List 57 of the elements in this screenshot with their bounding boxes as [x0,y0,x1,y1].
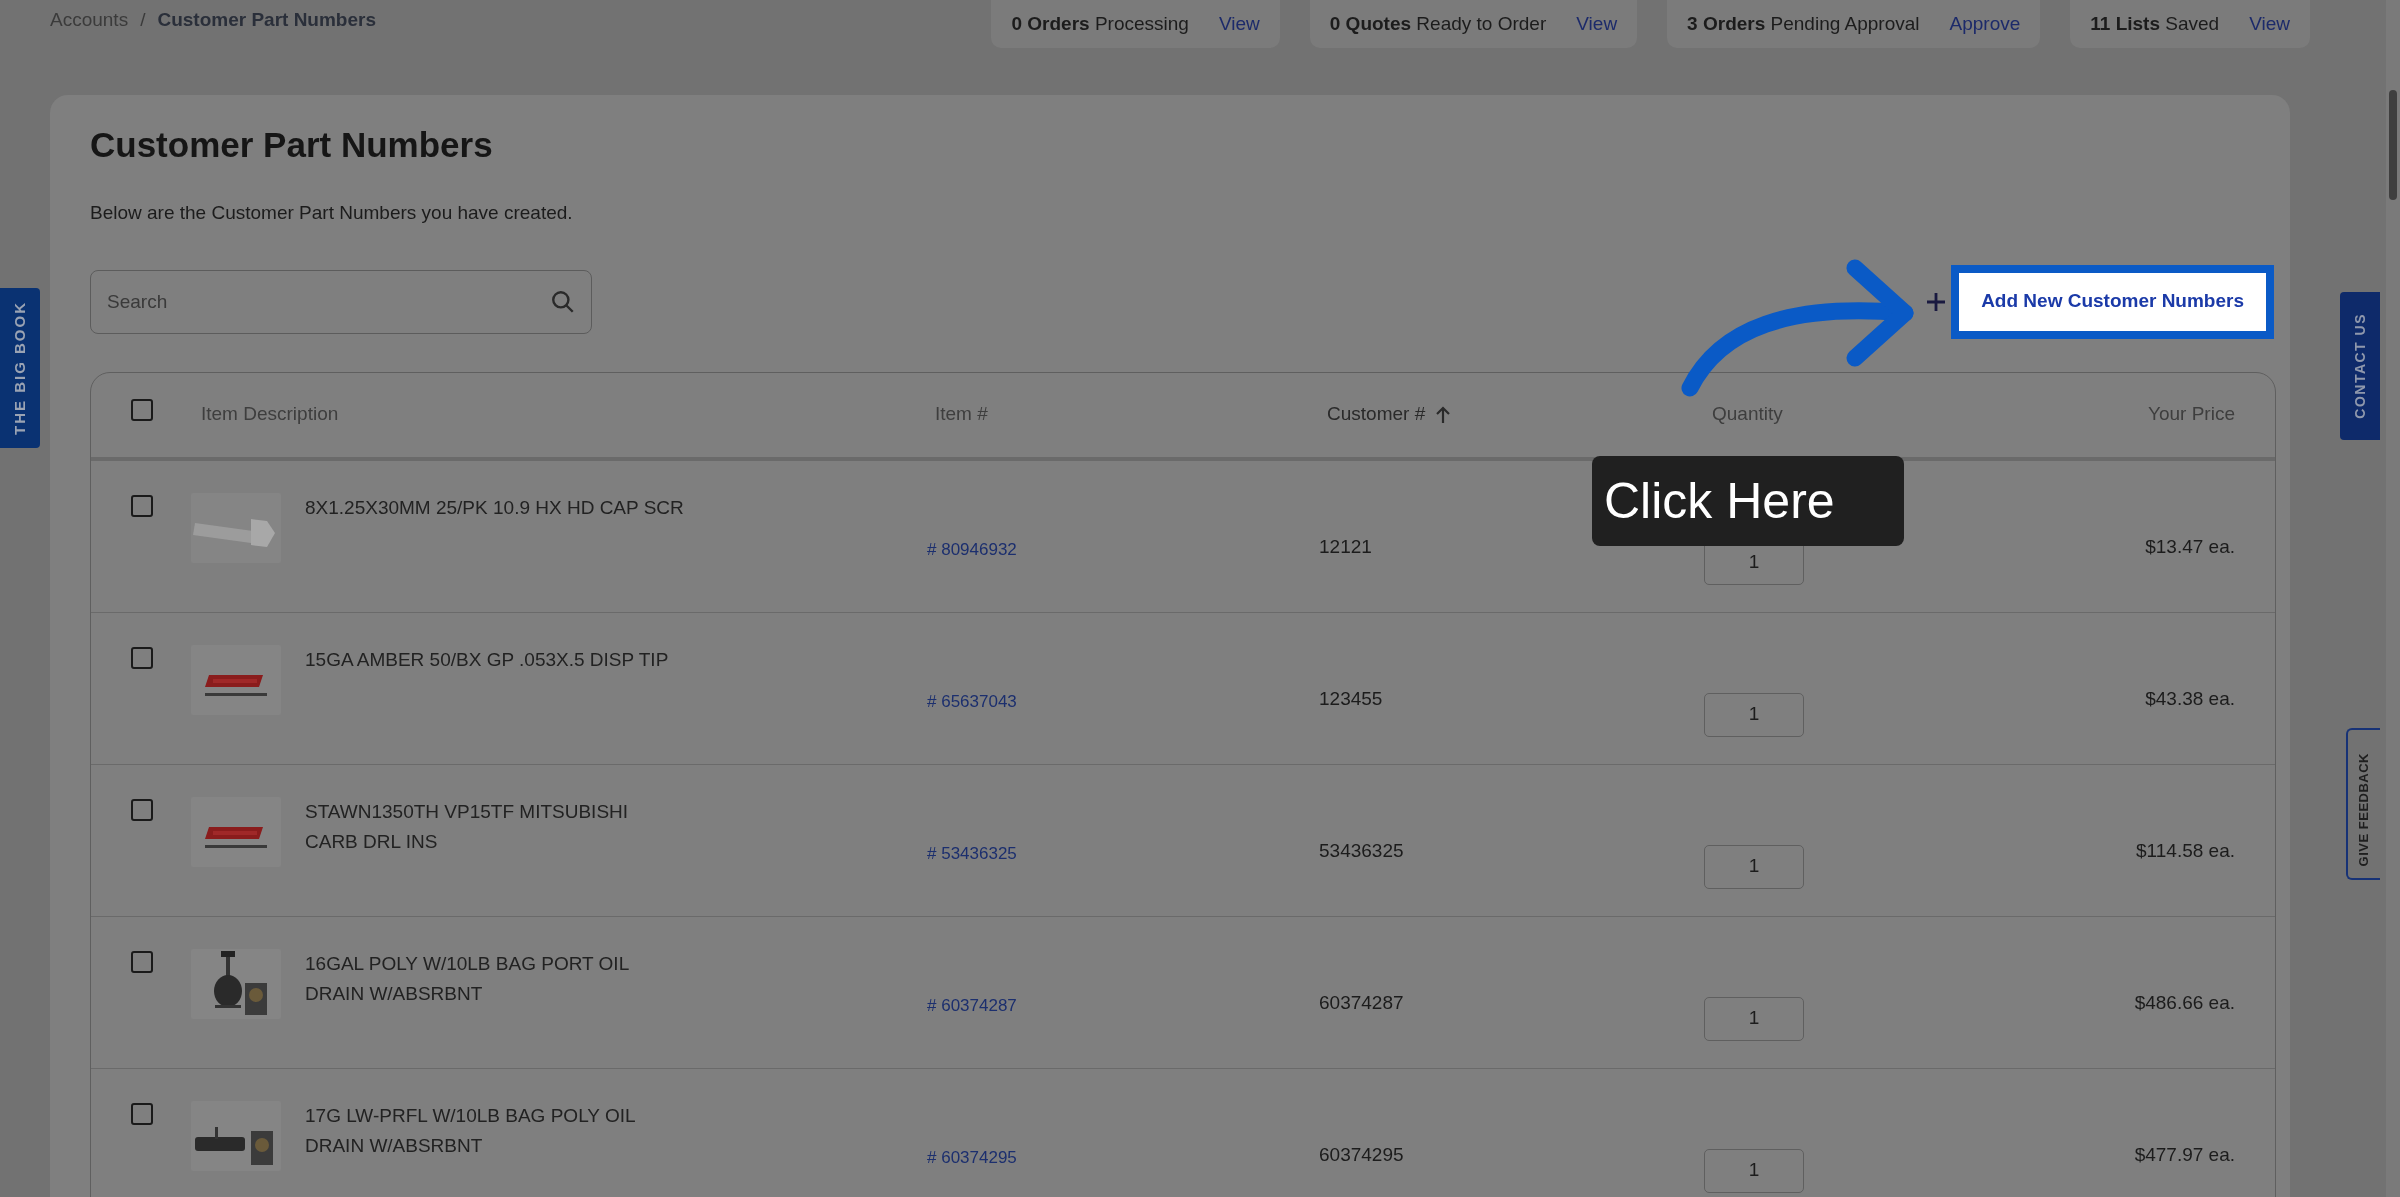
side-tab[interactable]: THE BIG BOOK [0,288,40,448]
price: $43.38 ea. [2145,687,2235,709]
column-header[interactable]: Quantity [1712,400,1783,429]
column-header[interactable]: Your Price [2148,400,2235,429]
stat-link[interactable]: View [2249,9,2290,39]
scrollbar[interactable] [2386,0,2400,1197]
price: $477.97 ea. [2134,1143,2235,1165]
breadcrumb-link[interactable]: Accounts [50,6,129,35]
column-header[interactable]: Item Description [201,400,339,429]
customer-number: 123455 [1319,687,1383,709]
column-header[interactable]: Item # [935,400,988,429]
stat-text: 0 Orders Processing [1011,11,1189,36]
breadcrumb-separator: / [140,8,146,32]
item-number-link[interactable]: # 53436325 [927,843,1017,863]
plus-icon [1927,292,1946,311]
item-number-link[interactable]: # 60374287 [927,995,1017,1015]
feedback-tab[interactable]: GIVE FEEDBACK [2346,728,2380,880]
customer-number: 60374287 [1319,991,1404,1013]
checkbox[interactable] [131,950,153,973]
item-description: 16GAL POLY W/10LB BAG PORT OIL DRAIN W/ABSRBNT [305,951,630,1006]
item-description: 15GA AMBER 50/BX GP .053X.5 DISP TIP [305,647,670,672]
tooltip: Click Here [1592,456,1904,546]
customer-number: 12121 [1319,535,1372,557]
price: $13.47 ea. [2145,535,2235,557]
page-subtitle: Below are the Customer Part Numbers you have created. [90,201,574,225]
quantity-field[interactable]: 1 [1704,1148,1804,1193]
customer-number: 60374295 [1319,1143,1404,1165]
search-field[interactable]: Search [90,269,592,334]
stat-text: 0 Quotes Ready to Order [1329,11,1547,36]
item-number-link[interactable]: # 65637043 [927,691,1017,711]
checkbox[interactable] [131,798,153,821]
stat-link[interactable]: View [1218,9,1260,39]
checkbox[interactable] [131,494,153,517]
item-number-link[interactable]: # 60374295 [927,1147,1017,1167]
stat-link[interactable]: View [1576,9,1618,39]
stat-text: 11 Lists Saved [2090,11,2220,36]
checkbox[interactable] [131,399,153,422]
item-description: 8X1.25X30MM 25/PK 10.9 HX HD CAP SCR [305,495,685,520]
item-description: STAWN1350TH VP15TF MITSUBISHI CARB DRL INS [305,799,630,854]
customer-number: 53436325 [1319,839,1404,861]
contact-tab[interactable]: CONTACT US [2340,292,2380,440]
price: $114.58 ea. [2136,839,2235,861]
breadcrumb-current: Customer Part Numbers [157,8,376,32]
item-number-link[interactable]: # 80946932 [927,539,1017,559]
checkbox[interactable] [131,646,153,669]
stat-link[interactable]: Approve [1949,9,2021,39]
page-title: Customer Part Numbers [90,125,494,165]
item-description: 17G LW-PRFL W/10LB BAG POLY OIL DRAIN W/ABSRBNT [305,1103,636,1158]
checkbox[interactable] [131,1102,153,1125]
stat-text: 3 Orders Pending Approval [1687,11,1920,36]
column-header[interactable]: Customer # [1327,400,1426,429]
quantity-field[interactable]: 1 [1704,996,1804,1041]
quantity-field[interactable]: 1 [1704,844,1804,889]
quantity-field[interactable]: 1 [1704,692,1804,737]
search-icon[interactable] [550,288,576,315]
price: $486.66 ea. [2134,991,2235,1013]
add-button[interactable]: Add New Customer Numbers [1951,264,2274,339]
